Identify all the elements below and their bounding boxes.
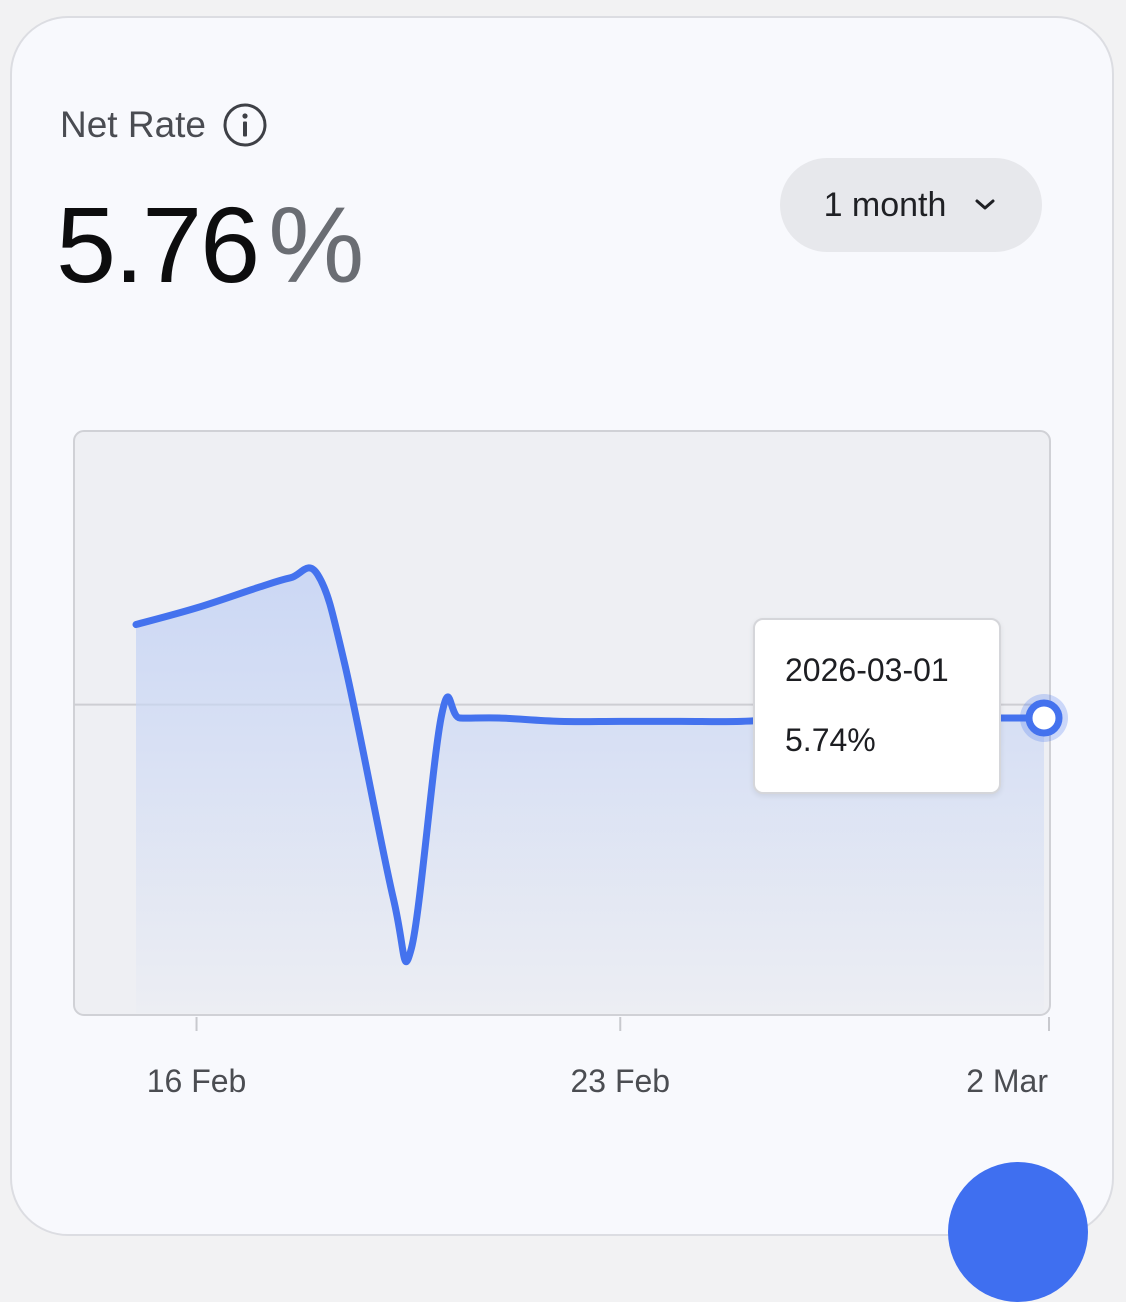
chart-tooltip: 2026-03-01 5.74% xyxy=(753,618,1001,794)
data-point xyxy=(314,570,322,578)
net-rate-chart: 16 Feb 23 Feb 2 Mar xyxy=(73,430,1068,1099)
data-point xyxy=(438,711,446,719)
data-point xyxy=(253,584,261,592)
data-point xyxy=(456,714,464,722)
data-point xyxy=(495,714,503,722)
data-point xyxy=(389,894,397,902)
data-point xyxy=(556,717,564,725)
data-point xyxy=(286,574,294,582)
floating-action-button[interactable] xyxy=(948,1162,1088,1302)
data-point xyxy=(193,604,201,612)
x-tick-label: 16 Feb xyxy=(147,1063,247,1099)
data-point xyxy=(132,621,140,629)
data-point xyxy=(737,717,745,725)
highlighted-point[interactable] xyxy=(1025,699,1063,737)
x-tick-label: 23 Feb xyxy=(570,1063,670,1099)
data-point xyxy=(341,661,349,669)
data-point xyxy=(677,717,685,725)
tooltip-value: 5.74% xyxy=(785,722,876,758)
tooltip-date: 2026-03-01 xyxy=(785,652,949,688)
x-tick-label: 2 Mar xyxy=(966,1063,1048,1099)
data-point xyxy=(616,717,624,725)
data-point xyxy=(407,944,415,952)
